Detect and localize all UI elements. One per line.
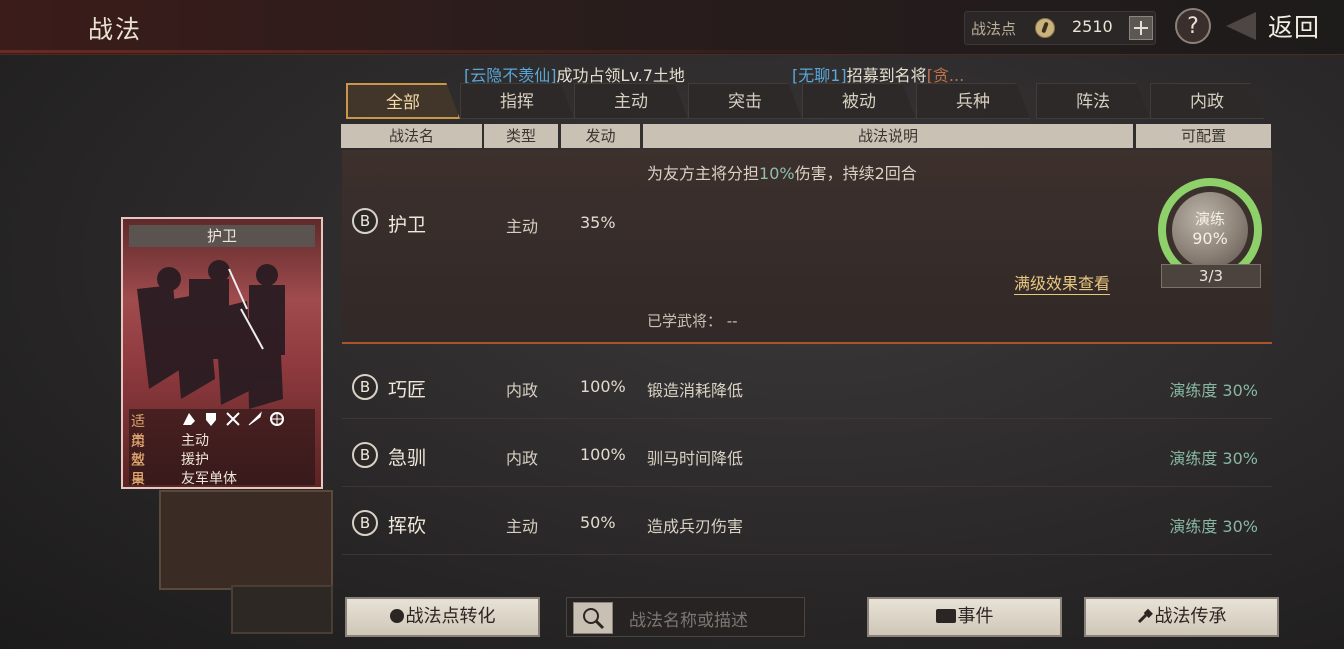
target-key: 目标 xyxy=(131,471,145,487)
column-header-type[interactable]: 类型 xyxy=(484,124,558,148)
train-percent: 90% xyxy=(1192,229,1228,248)
convert-points-label: 战法点转化 xyxy=(405,606,496,627)
back-button[interactable]: 返回 xyxy=(1226,6,1344,46)
inherit-button[interactable]: 战法传承 xyxy=(1084,597,1279,637)
cavalry-icon xyxy=(181,411,197,427)
desc-percent: 10% xyxy=(759,164,795,183)
tab-passive[interactable]: 被动 xyxy=(802,83,916,119)
event-icon xyxy=(935,609,956,623)
convert-points-button[interactable]: 战法点转化 xyxy=(345,597,540,637)
card-title: 护卫 xyxy=(129,225,315,247)
skill-name: 挥砍 xyxy=(388,515,427,537)
skill-rate: 50% xyxy=(580,513,616,532)
grade-badge: B xyxy=(352,510,378,536)
back-arrow-icon xyxy=(1226,12,1256,40)
skill-list: B 护卫 主动 35% 为友方主将分担10%伤害，持续2回合 演练 90% 3/… xyxy=(342,150,1272,582)
tab-active[interactable]: 主动 xyxy=(574,83,688,119)
skill-row[interactable]: B 巧匠 内政 100% 锻造消耗降低 演练度 30% xyxy=(342,352,1272,419)
train-label: 演练 xyxy=(1194,210,1225,228)
grade-badge: B xyxy=(352,374,378,400)
train-count: 3/3 xyxy=(1161,264,1261,288)
skill-card: 护卫 适用 类型 主动 效果 援护 目 友军单体 xyxy=(121,217,323,489)
add-points-button[interactable] xyxy=(1129,16,1153,40)
siege-icon xyxy=(269,411,285,427)
search-placeholder: 战法名称或描述 xyxy=(629,611,748,631)
skill-rate: 100% xyxy=(580,445,626,464)
tab-command[interactable]: 指挥 xyxy=(460,83,574,119)
category-tabs: 全部 指挥 主动 突击 被动 兵种 阵法 内政 xyxy=(346,83,1271,121)
search-input[interactable]: 战法名称或描述 xyxy=(566,597,805,637)
tactic-points-display: 战法点 2510 xyxy=(964,11,1156,45)
skill-name: 护卫 xyxy=(388,214,427,236)
card-info: 适用 类型 主动 效果 援护 目标 友军单体 xyxy=(129,409,315,487)
column-header-description: 战法说明 xyxy=(643,124,1133,148)
skill-type: 主动 xyxy=(506,217,539,236)
tab-formation[interactable]: 阵法 xyxy=(1036,83,1150,119)
card-stack-back xyxy=(231,585,333,634)
shield-icon xyxy=(203,411,219,427)
skill-description: 造成兵刃伤害 xyxy=(647,517,744,536)
inherit-label: 战法传承 xyxy=(1154,606,1227,627)
max-effect-link[interactable]: 满级效果查看 xyxy=(1014,270,1111,295)
troop-icons xyxy=(181,411,285,427)
tab-all[interactable]: 全部 xyxy=(346,83,460,119)
skill-row[interactable]: B 挥砍 主动 50% 造成兵刃伤害 演练度 30% xyxy=(342,488,1272,555)
type-value: 主动 xyxy=(181,433,209,449)
search-icon xyxy=(583,608,605,630)
skill-type: 主动 xyxy=(506,517,539,536)
skill-type: 内政 xyxy=(506,449,539,468)
tactic-points-label: 战法点 xyxy=(971,20,1017,38)
skill-rate: 100% xyxy=(580,377,626,396)
tab-troop[interactable]: 兵种 xyxy=(916,83,1030,119)
skill-row[interactable]: B 急驯 内政 100% 驯马时间降低 演练度 30% xyxy=(342,420,1272,487)
card-stack-back xyxy=(159,490,333,590)
help-button[interactable]: ? xyxy=(1175,8,1211,44)
skill-type: 内政 xyxy=(506,381,539,400)
column-header-name[interactable]: 战法名 xyxy=(341,124,482,148)
column-header-rate[interactable]: 发动 xyxy=(561,124,640,148)
grade-badge: B xyxy=(352,208,378,234)
events-button[interactable]: 事件 xyxy=(867,597,1062,637)
column-header-configurable[interactable]: 可配置 xyxy=(1136,124,1271,148)
top-bar: 战法 战法点 2510 ? 返回 xyxy=(0,0,1344,55)
tab-assault[interactable]: 突击 xyxy=(688,83,802,119)
events-label: 事件 xyxy=(957,606,994,627)
desc-part: 伤害，持续2回合 xyxy=(794,164,917,183)
search-button[interactable] xyxy=(573,602,613,634)
back-label: 返回 xyxy=(1268,13,1321,42)
skill-name: 巧匠 xyxy=(388,379,427,401)
tactic-points-value: 2510 xyxy=(1072,17,1113,36)
target-value: 友军单体 xyxy=(181,471,237,487)
skill-rate: 35% xyxy=(580,213,616,232)
train-core: 演练 90% xyxy=(1172,192,1248,268)
train-level: 演练度 30% xyxy=(1169,381,1258,400)
skill-row-selected[interactable]: B 护卫 主动 35% 为友方主将分担10%伤害，持续2回合 演练 90% 3/… xyxy=(342,150,1272,344)
train-level: 演练度 30% xyxy=(1169,517,1258,536)
grade-badge: B xyxy=(352,442,378,468)
effect-value: 援护 xyxy=(181,452,209,468)
shield-soldiers-art xyxy=(137,260,285,409)
spear-icon xyxy=(247,411,263,427)
train-level: 演练度 30% xyxy=(1169,449,1258,468)
bow-icon xyxy=(225,411,241,427)
skill-name: 急驯 xyxy=(388,447,427,469)
desc-part: 为友方主将分担 xyxy=(647,164,760,183)
skill-description: 驯马时间降低 xyxy=(647,449,744,468)
tactic-point-coin-icon xyxy=(1035,18,1055,38)
hammer-icon xyxy=(1137,601,1153,624)
skill-description: 为友方主将分担10%伤害，持续2回合 xyxy=(647,160,917,184)
drop-icon xyxy=(389,609,404,623)
tab-internal[interactable]: 内政 xyxy=(1150,83,1264,119)
learned-generals-label: 已学武将： -- xyxy=(647,312,738,330)
skill-description: 锻造消耗降低 xyxy=(647,381,744,400)
page-title: 战法 xyxy=(88,15,143,44)
